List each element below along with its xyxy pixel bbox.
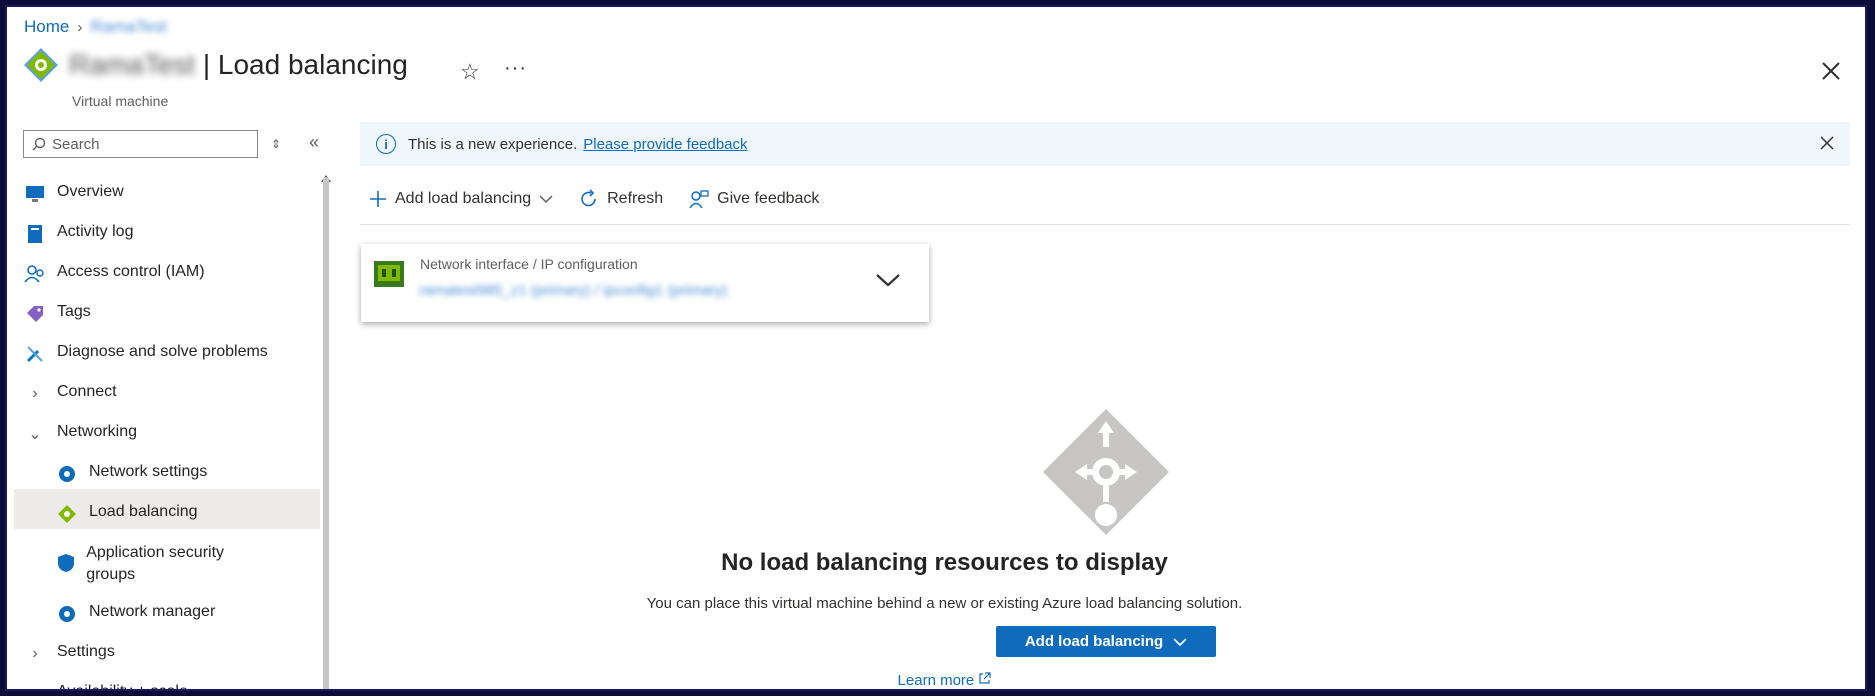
feedback-link[interactable]: Please provide feedback: [583, 136, 747, 153]
page-title: RamaTest | Load balancing: [69, 49, 408, 81]
add-load-balancing-button[interactable]: Add load balancing: [996, 626, 1216, 657]
close-banner-icon[interactable]: [1819, 135, 1835, 151]
chevron-right-icon: ›: [32, 645, 38, 662]
sidebar-item-label: Connect: [57, 383, 117, 400]
sidebar-item-label: Settings: [57, 643, 115, 660]
network-interface-icon: [374, 261, 404, 287]
network-settings-icon: [55, 463, 79, 485]
empty-state-description: You can place this virtual machine behin…: [646, 595, 1243, 612]
empty-state-title: No load balancing resources to display: [721, 549, 1168, 576]
refresh-button[interactable]: Refresh: [579, 189, 663, 209]
external-link-icon: [979, 672, 992, 684]
ip-configuration-selector[interactable]: Network interface / IP configuration ram…: [361, 244, 929, 322]
sidebar-item-label: Diagnose and solve problems: [57, 343, 268, 360]
feedback-icon: [689, 190, 709, 209]
info-banner: i This is a new experience. Please provi…: [360, 122, 1850, 166]
wrench-icon: [23, 343, 47, 365]
add-button-label: Add load balancing: [1024, 633, 1164, 650]
sidebar-item-label: Activity log: [57, 223, 134, 240]
sidebar-item-settings[interactable]: › Settings: [23, 643, 115, 665]
breadcrumb-chevron-icon: ›: [77, 18, 83, 36]
sidebar-search-input[interactable]: Search: [23, 130, 258, 158]
search-placeholder: Search: [52, 135, 100, 153]
breadcrumb-home[interactable]: Home: [24, 17, 69, 37]
breadcrumb: Home › RamaTest: [24, 17, 167, 37]
refresh-label: Refresh: [607, 190, 664, 207]
give-feedback-button[interactable]: Give feedback: [689, 189, 819, 209]
add-command-label: Add load balancing: [395, 190, 532, 207]
sidebar-item-overview[interactable]: Overview: [23, 183, 124, 205]
sidebar-scrollbar[interactable]: [323, 177, 329, 689]
info-icon: i: [376, 134, 396, 154]
toolbar-divider: [360, 224, 1850, 225]
chevron-right-icon: ›: [32, 385, 38, 402]
sidebar-item-label: Load balancing: [89, 503, 198, 520]
add-load-balancing-command[interactable]: Add load balancing: [369, 190, 553, 208]
plus-icon: [370, 191, 386, 207]
tag-icon: [23, 303, 47, 325]
sidebar-item-label: Overview: [57, 183, 124, 200]
monitor-icon: [23, 183, 47, 205]
blade-title: Load balancing: [217, 49, 408, 80]
sidebar-item-activity-log[interactable]: Activity log: [23, 223, 133, 245]
banner-text: This is a new experience.: [408, 135, 578, 153]
close-blade-icon[interactable]: [1819, 59, 1843, 83]
search-icon: [32, 137, 46, 151]
ip-config-value: ramatest985_z1 (primary) / ipconfig1 (pr…: [419, 282, 728, 299]
sidebar-item-network-settings[interactable]: Network settings: [55, 463, 207, 485]
learn-more-link[interactable]: Learn more: [7, 672, 1865, 689]
sidebar-item-connect[interactable]: › Connect: [23, 383, 117, 405]
load-balancer-icon: [24, 48, 58, 82]
command-bar: Add load balancing Refresh Give feedback: [369, 189, 845, 209]
sidebar-item-label: Tags: [57, 303, 91, 320]
sidebar-item-tags[interactable]: Tags: [23, 303, 91, 325]
sidebar-item-label: Network settings: [89, 463, 208, 480]
sidebar-item-label: Networking: [57, 423, 138, 440]
load-balancer-empty-icon: [1043, 409, 1169, 535]
chevron-down-icon: [1173, 637, 1187, 646]
collapse-sidebar-icon[interactable]: «: [309, 132, 319, 153]
chevron-down-icon: [539, 195, 553, 204]
more-options-icon[interactable]: ···: [504, 57, 527, 80]
breadcrumb-resource[interactable]: RamaTest: [90, 17, 167, 37]
sidebar-item-networking[interactable]: ⌄ Networking: [23, 423, 137, 445]
portal-window: Home › RamaTest RamaTest | Load balancin…: [5, 5, 1867, 691]
people-icon: [23, 263, 47, 285]
feedback-label: Give feedback: [717, 190, 820, 207]
chevron-down-icon[interactable]: [875, 272, 901, 288]
log-icon: [23, 223, 47, 245]
sidebar-item-access-control[interactable]: Access control (IAM): [23, 263, 205, 285]
favorite-star-icon[interactable]: ☆: [460, 59, 480, 85]
page-header: RamaTest | Load balancing: [23, 47, 408, 83]
title-separator: |: [202, 49, 211, 80]
sidebar-item-diagnose[interactable]: Diagnose and solve problems: [23, 343, 268, 365]
expand-collapse-icon[interactable]: ⇕: [271, 137, 281, 151]
sidebar-item-load-balancing[interactable]: Load balancing: [55, 503, 198, 525]
refresh-icon: [581, 189, 596, 207]
resource-name: RamaTest: [69, 49, 196, 80]
sidebar-item-label: Access control (IAM): [57, 263, 205, 280]
page-subtitle: Virtual machine: [72, 93, 169, 109]
learn-more-label: Learn more: [897, 672, 975, 689]
load-balancer-icon: [55, 503, 79, 525]
chevron-down-icon: ⌄: [28, 426, 42, 443]
ip-config-label: Network interface / IP configuration: [420, 256, 638, 272]
